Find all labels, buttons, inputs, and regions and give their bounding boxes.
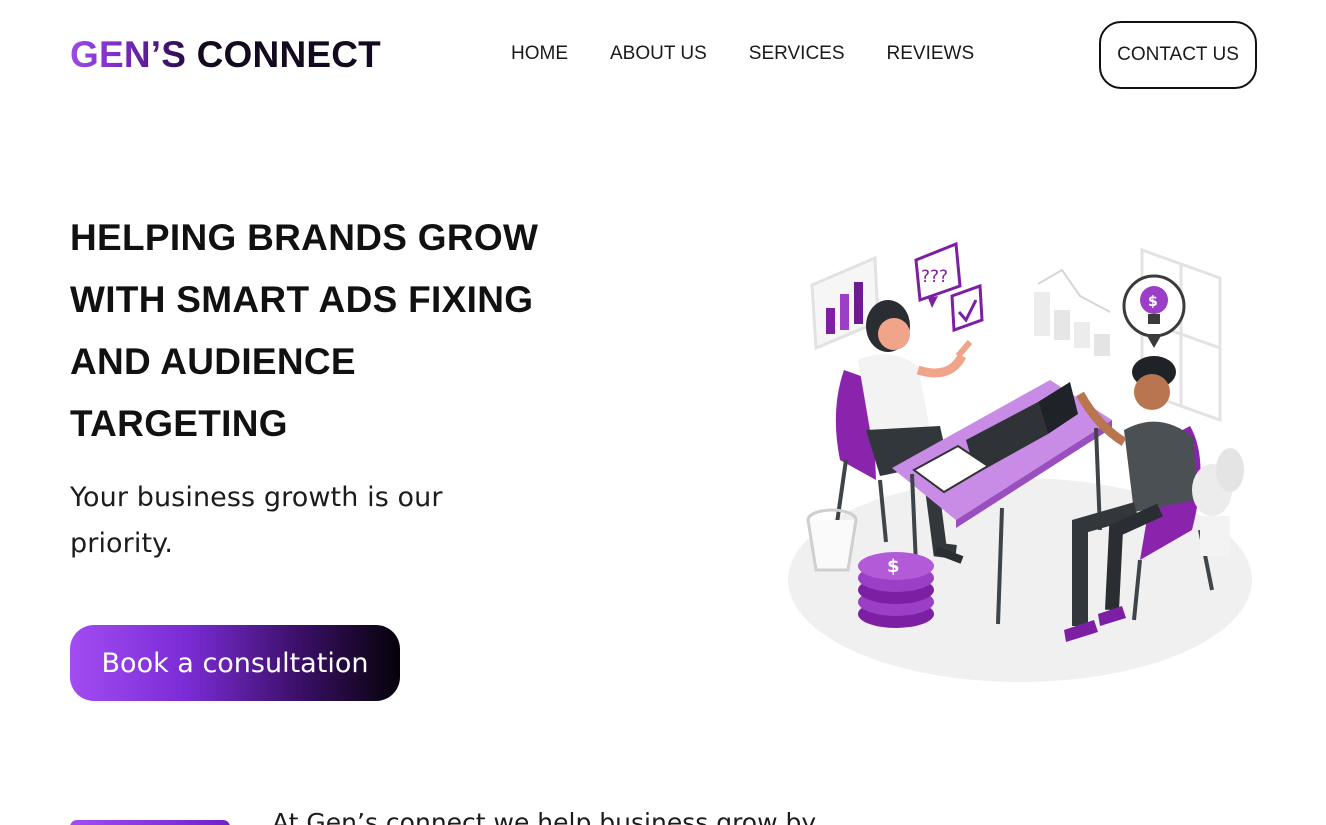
lightbulb-dollar: $ bbox=[1148, 294, 1158, 310]
contact-us-button[interactable]: CONTACT US bbox=[1099, 21, 1257, 89]
section-accent-bar bbox=[70, 820, 230, 825]
hero-subtitle-line-1: Your business growth is our bbox=[70, 482, 443, 513]
nav-about-us[interactable]: ABOUT US bbox=[610, 43, 707, 65]
meeting-illustration: ??? $ $ bbox=[788, 241, 1252, 682]
about-intro-text: At Gen’s connect we help business grow b… bbox=[272, 808, 817, 825]
hero-subtitle: Your business growth is our priority. bbox=[70, 475, 490, 567]
hero-title-line-1: HELPING BRANDS GROW bbox=[70, 217, 539, 258]
hero-title-line-4: TARGETING bbox=[70, 403, 288, 444]
logo-part-1: GEN’S bbox=[70, 34, 187, 75]
logo-part-2: CONNECT bbox=[196, 34, 381, 75]
hero-title-line-2: WITH SMART ADS FIXING bbox=[70, 279, 534, 320]
question-marks: ??? bbox=[921, 267, 948, 287]
background-stats-graphic bbox=[1034, 268, 1111, 356]
check-bubble bbox=[950, 283, 984, 333]
coin-stack: $ bbox=[858, 552, 934, 628]
site-header: GEN’S CONNECT HOME ABOUT US SERVICES REV… bbox=[0, 0, 1326, 110]
page: GEN’S CONNECT HOME ABOUT US SERVICES REV… bbox=[0, 0, 1326, 825]
hero-subtitle-line-2: priority. bbox=[70, 528, 174, 559]
hero-title-line-3: AND AUDIENCE bbox=[70, 341, 356, 382]
hero-illustration: ??? $ $ bbox=[780, 230, 1260, 690]
nav-reviews[interactable]: REVIEWS bbox=[887, 43, 975, 65]
site-logo[interactable]: GEN’S CONNECT bbox=[70, 34, 381, 76]
hero-title: HELPING BRANDS GROW WITH SMART ADS FIXIN… bbox=[70, 207, 590, 455]
nav-services[interactable]: SERVICES bbox=[749, 43, 845, 65]
nav-home[interactable]: HOME bbox=[511, 43, 568, 65]
coin-dollar: $ bbox=[887, 556, 900, 577]
book-consultation-button[interactable]: Book a consultation bbox=[70, 625, 400, 701]
main-nav: HOME ABOUT US SERVICES REVIEWS bbox=[511, 43, 1016, 65]
